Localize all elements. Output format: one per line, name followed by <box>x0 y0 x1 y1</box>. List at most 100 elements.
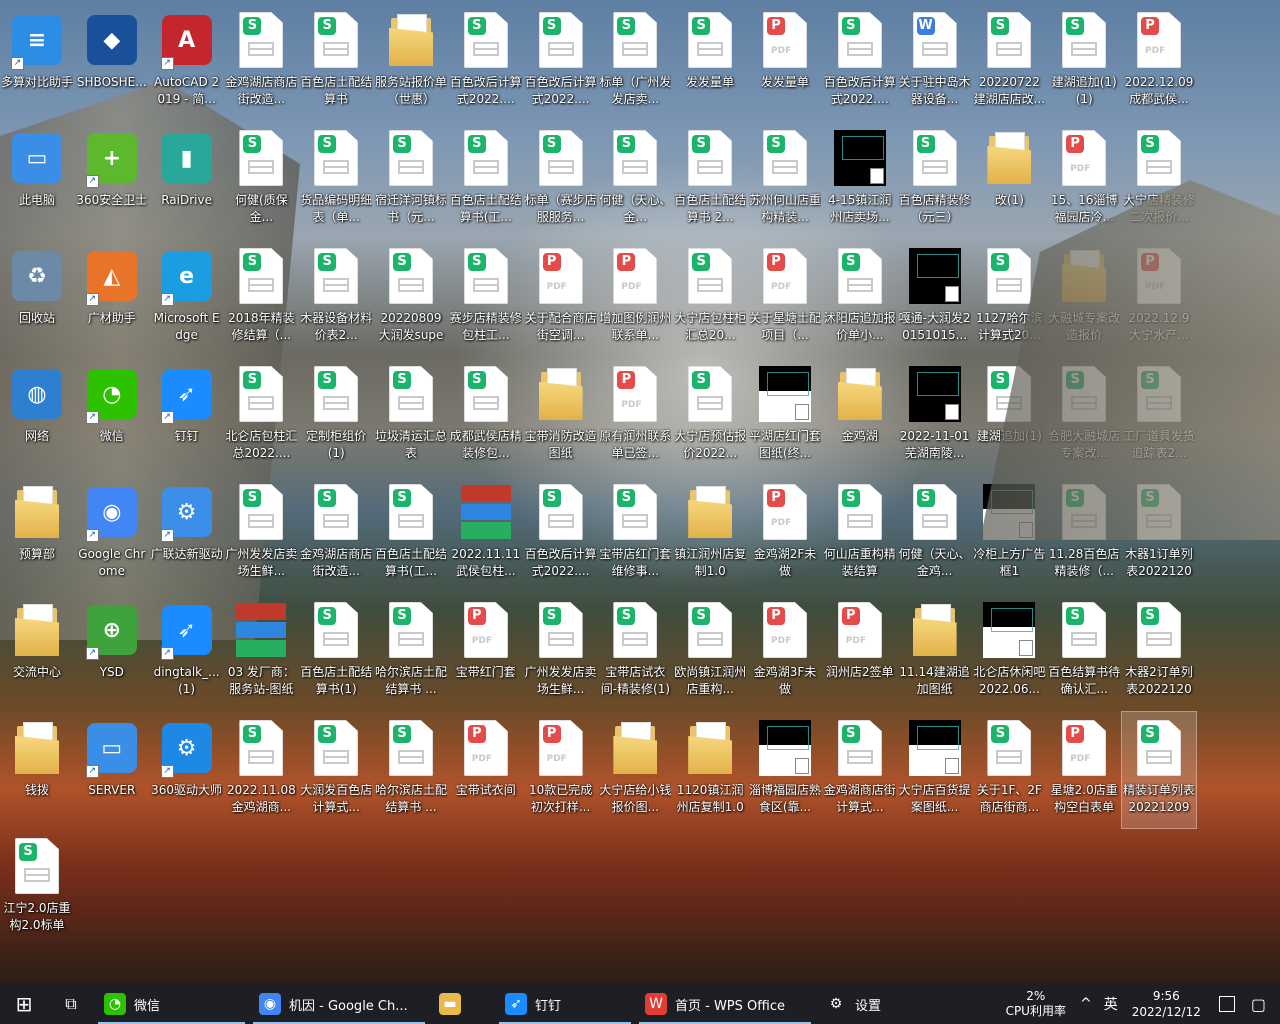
desktop-icon-87[interactable]: S 广州发发店卖场生鲜... <box>524 594 598 710</box>
desktop-icon-42[interactable]: P PDF 关于星塘土配项目（... <box>748 240 822 356</box>
taskbar-app-chrome[interactable]: ◉ 机因 - Google Ch... <box>249 984 429 1024</box>
desktop-icon-19[interactable]: S 何健(质保金... <box>224 122 298 238</box>
desktop-icon-56[interactable]: P PDF 原有润州联系单已签... <box>598 358 672 474</box>
desktop-icon-64[interactable]: 预算部 <box>0 476 74 592</box>
desktop-icon-111[interactable]: S 精装订单列表20221209 <box>1121 711 1197 829</box>
desktop-icon-49[interactable]: ◔ ↗ 微信 <box>75 358 149 474</box>
desktop-icon-101[interactable]: S 哈尔滨店土配结算书 ... <box>374 712 448 828</box>
desktop-icon-3[interactable]: S 金鸡湖店商店街改造... <box>224 4 298 120</box>
desktop-icon-82[interactable]: ➶ ↗ dingtalk_...(1) <box>150 594 224 710</box>
desktop-icon-41[interactable]: S 大宁店包柱柜汇总20... <box>673 240 747 356</box>
desktop-icon-107[interactable]: S 金鸡湖商店街计算式... <box>823 712 897 828</box>
desktop-icon-93[interactable]: 北仑店休闲吧2022.06... <box>972 594 1046 710</box>
desktop-icon-8[interactable]: S 标单（广州发发店卖... <box>598 4 672 120</box>
desktop-icon-59[interactable]: 金鸡湖 <box>823 358 897 474</box>
desktop-icon-98[interactable]: ⚙ ↗ 360驱动大师 <box>150 712 224 828</box>
desktop-icon-21[interactable]: S 宿迁洋河镇标书（元... <box>374 122 448 238</box>
desktop-icon-18[interactable]: ▮ RaiDrive <box>150 122 224 238</box>
desktop-icon-26[interactable]: S 苏州何山店重构精装... <box>748 122 822 238</box>
desktop-icon-9[interactable]: S 发发量单 <box>673 4 747 120</box>
taskbar-app-file-explorer[interactable]: ▬ <box>429 984 495 1024</box>
desktop-icon-70[interactable]: 2022.11.11武侯包柱... <box>449 476 523 592</box>
desktop-icon-37[interactable]: S 20220809大润发super... <box>374 240 448 356</box>
desktop-icon-6[interactable]: S 百色改后计算式2022.... <box>449 4 523 120</box>
taskbar-app-gear[interactable]: ⚙ 设置 <box>815 984 915 1024</box>
desktop-icon-83[interactable]: 03 发厂商：服务站-图纸 <box>224 594 298 710</box>
desktop-icon-30[interactable]: P PDF 15、16淄博福园店冷... <box>1047 122 1121 238</box>
desktop-icon-11[interactable]: S 百色改后计算式2022.... <box>823 4 897 120</box>
desktop-icon-52[interactable]: S 定制柜组价(1) <box>299 358 373 474</box>
desktop-icon-13[interactable]: S 20220722建湖店店改... <box>972 4 1046 120</box>
desktop-icon-23[interactable]: S 标单（赛步店服服务... <box>524 122 598 238</box>
desktop-icon-81[interactable]: ⊕ ↗ YSD <box>75 594 149 710</box>
desktop-icon-47[interactable]: P PDF 2022.12.9大宁水产... <box>1122 240 1196 356</box>
desktop-icon-43[interactable]: S 沭阳店追加报价单小... <box>823 240 897 356</box>
desktop-icon-25[interactable]: S 百色店土配结算书 2... <box>673 122 747 238</box>
desktop-icon-103[interactable]: P PDF 10款已完成初次打样... <box>524 712 598 828</box>
taskbar-app-wps[interactable]: W 首页 - WPS Office <box>635 984 815 1024</box>
desktop-icon-72[interactable]: S 宝带店红门套维修事... <box>598 476 672 592</box>
desktop-icon-89[interactable]: S 欧尚镇江润州店重构... <box>673 594 747 710</box>
taskbar-app-dingtalk[interactable]: ➶ 钉钉 <box>495 984 635 1024</box>
desktop-icon-50[interactable]: ➶ ↗ 钉钉 <box>150 358 224 474</box>
desktop-icon-33[interactable]: ◭ ↗ 广材助手 <box>75 240 149 356</box>
taskbar-app-wechat[interactable]: ◔ 微信 <box>94 984 249 1024</box>
desktop-icon-88[interactable]: S 宝带店试衣间-精装修(1) <box>598 594 672 710</box>
desktop-icon-102[interactable]: P PDF 宝带试衣间 <box>449 712 523 828</box>
desktop-icon-62[interactable]: S 合肥大融城店专案改... <box>1047 358 1121 474</box>
desktop-icon-91[interactable]: P PDF 润州店2签单 <box>823 594 897 710</box>
desktop-icon-66[interactable]: ⚙ ↗ 广联达新驱动 <box>150 476 224 592</box>
desktop-icon-27[interactable]: 4-15镇江润州店卖场... <box>823 122 897 238</box>
desktop-icon-90[interactable]: P PDF 金鸡湖3F未做 <box>748 594 822 710</box>
desktop-icon-57[interactable]: S 大宁店预估报价2022... <box>673 358 747 474</box>
cpu-monitor[interactable]: 2% CPU利用率 <box>1006 989 1066 1019</box>
desktop-icon-60[interactable]: 2022-11-01芜湖南陵... <box>898 358 972 474</box>
desktop-icon-105[interactable]: 1120镇江润州店复制1.0 <box>673 712 747 828</box>
clock[interactable]: 9:56 2022/12/12 <box>1132 988 1201 1020</box>
show-desktop-icon[interactable] <box>1218 996 1235 1012</box>
desktop-icon-5[interactable]: 服务站报价单（世惠） <box>374 4 448 120</box>
desktop-icon-7[interactable]: S 百色改后计算式2022.... <box>524 4 598 120</box>
desktop-icon-79[interactable]: S 木器1订单列表20221209 <box>1122 476 1196 592</box>
desktop-icon-68[interactable]: S 金鸡湖店商店街改造... <box>299 476 373 592</box>
desktop-icon-78[interactable]: S 11.28百色店精装修（... <box>1047 476 1121 592</box>
desktop-icon-71[interactable]: S 百色改后计算式2022.... <box>524 476 598 592</box>
desktop-icon-31[interactable]: S 大宁店精装修二次报价... <box>1122 122 1196 238</box>
desktop-icon-32[interactable]: ♻ 回收站 <box>0 240 74 356</box>
desktop-icon-40[interactable]: P PDF 增加图例润州联系单... <box>598 240 672 356</box>
desktop-icon-34[interactable]: e ↗ Microsoft Edge <box>150 240 224 356</box>
notification-center-icon[interactable]: ▢ <box>1251 995 1266 1014</box>
desktop-icon-55[interactable]: 宝带消防改造图纸 <box>524 358 598 474</box>
desktop-icon-12[interactable]: W 关于驻中岛木器设备... <box>898 4 972 120</box>
desktop-icon-92[interactable]: 11.14建湖追加图纸 <box>898 594 972 710</box>
desktop-icon-97[interactable]: ▭ ↗ SERVER <box>75 712 149 828</box>
desktop-icon-84[interactable]: S 百色店土配结算书(1) <box>299 594 373 710</box>
desktop-icon-65[interactable]: ◉ ↗ Google Chrome <box>75 476 149 592</box>
desktop-icon-94[interactable]: S 百色结算书待确认汇... <box>1047 594 1121 710</box>
desktop-icon-53[interactable]: S 垃圾清运汇总表 <box>374 358 448 474</box>
desktop-icon-67[interactable]: S 广州发发店卖场生鲜... <box>224 476 298 592</box>
desktop-icon-10[interactable]: P PDF 发发量单 <box>748 4 822 120</box>
desktop-icon-54[interactable]: S 成都武侯店精装修包... <box>449 358 523 474</box>
desktop-icon-45[interactable]: S 1127哈尔滨计算式20... <box>972 240 1046 356</box>
desktop-icon-99[interactable]: S 2022.11.08金鸡湖商... <box>224 712 298 828</box>
desktop-icon-24[interactable]: S 何健（天心、金... <box>598 122 672 238</box>
desktop-icon-4[interactable]: S 百色店土配结算书 <box>299 4 373 120</box>
desktop-icon-0[interactable]: ≡ ↗ 多算对比助手 <box>0 4 74 120</box>
desktop-icon-112[interactable]: S 江宁2.0店重构2.0标单 <box>0 830 74 946</box>
desktop-icon-95[interactable]: S 木器2订单列表20221209 <box>1122 594 1196 710</box>
desktop-icon-16[interactable]: ▭ 此电脑 <box>0 122 74 238</box>
desktop-icon-39[interactable]: P PDF 关于配合商店街空调... <box>524 240 598 356</box>
desktop-icon-85[interactable]: S 哈尔滨店土配结算书 ... <box>374 594 448 710</box>
desktop-icon-58[interactable]: 平湖店红门套图纸(终... <box>748 358 822 474</box>
desktop-icon-106[interactable]: 淄博福园店熟食区(靠... <box>748 712 822 828</box>
desktop-icon-61[interactable]: S 建湖追加(1) <box>972 358 1046 474</box>
desktop-icon-35[interactable]: S 2018年精装修结算（... <box>224 240 298 356</box>
desktop-icon-36[interactable]: S 木器设备材料价表2... <box>299 240 373 356</box>
task-view-button[interactable]: ⧉ <box>48 984 94 1024</box>
desktop-icon-76[interactable]: S 何健（天心、金鸡... <box>898 476 972 592</box>
desktop-icon-104[interactable]: 大宁店给小钱报价图... <box>598 712 672 828</box>
desktop-icon-69[interactable]: S 百色店土配结算书(工... <box>374 476 448 592</box>
desktop-icon-108[interactable]: 大宁店百货提案图纸... <box>898 712 972 828</box>
desktop-icon-63[interactable]: S 工厂道具发货追踪表2... <box>1122 358 1196 474</box>
